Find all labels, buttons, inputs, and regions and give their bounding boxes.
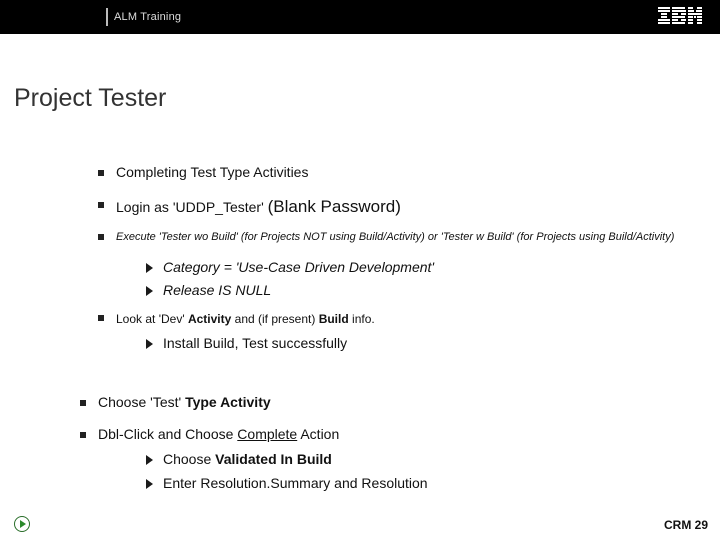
sub-text: Release IS NULL bbox=[163, 282, 271, 300]
bullet-text: Look at 'Dev' Activity and (if present) … bbox=[116, 312, 375, 327]
sub-bullet: Enter Resolution.Summary and Resolution bbox=[146, 475, 696, 493]
bullet-text: Dbl-Click and Choose Complete Action bbox=[98, 426, 339, 444]
square-bullet-icon bbox=[80, 400, 86, 406]
content: Completing Test Type Activities Login as… bbox=[98, 164, 696, 364]
play-icon bbox=[14, 516, 30, 532]
text-part: Complete bbox=[237, 426, 297, 442]
bullet-text: Login as 'UDDP_Tester' (Blank Password) bbox=[116, 196, 401, 217]
text-part: and (if present) bbox=[231, 312, 318, 326]
footer-play[interactable] bbox=[14, 516, 30, 532]
bullet-look-at: Look at 'Dev' Activity and (if present) … bbox=[98, 312, 696, 327]
sub-text: Choose Validated In Build bbox=[163, 451, 332, 469]
sub-list: Choose Validated In Build Enter Resoluti… bbox=[146, 451, 696, 492]
text-part: Type Activity bbox=[185, 394, 271, 410]
footer-page: CRM 29 bbox=[664, 518, 708, 532]
header-text: ALM Training bbox=[114, 11, 181, 23]
text-part: Activity bbox=[188, 312, 231, 326]
square-bullet-icon bbox=[98, 315, 104, 321]
arrow-bullet-icon bbox=[146, 263, 153, 273]
sub-text: Enter Resolution.Summary and Resolution bbox=[163, 475, 428, 493]
sub-text: Category = 'Use-Case Driven Development' bbox=[163, 259, 434, 277]
text-part: Choose 'Test' bbox=[98, 394, 185, 410]
text-part: info. bbox=[349, 312, 375, 326]
arrow-bullet-icon bbox=[146, 339, 153, 349]
sub-list: Category = 'Use-Case Driven Development'… bbox=[146, 259, 696, 300]
bullet-text: Execute 'Tester wo Build' (for Projects … bbox=[116, 231, 674, 245]
header-divider bbox=[106, 8, 108, 26]
content-lower: Choose 'Test' Type Activity Dbl-Click an… bbox=[80, 394, 696, 504]
slide-title: Project Tester bbox=[14, 84, 166, 113]
text-part: Look at 'Dev' bbox=[116, 312, 188, 326]
bullet-login: Login as 'UDDP_Tester' (Blank Password) bbox=[98, 196, 696, 217]
square-bullet-icon bbox=[80, 432, 86, 438]
text-part: Validated In Build bbox=[215, 451, 332, 467]
bullet-completing: Completing Test Type Activities bbox=[98, 164, 696, 182]
play-triangle-icon bbox=[20, 520, 26, 528]
arrow-bullet-icon bbox=[146, 479, 153, 489]
text-part: Action bbox=[297, 426, 339, 442]
slide: ALM Training bbox=[0, 0, 720, 540]
arrow-bullet-icon bbox=[146, 286, 153, 296]
sub-text: Install Build, Test successfully bbox=[163, 335, 347, 353]
text-part: Login as 'UDDP_Tester' bbox=[116, 199, 268, 215]
text-part: (Blank Password) bbox=[268, 197, 401, 216]
header-bar: ALM Training bbox=[0, 0, 720, 34]
bullet-text: Completing Test Type Activities bbox=[116, 164, 308, 182]
bullet-dblclick: Dbl-Click and Choose Complete Action bbox=[80, 426, 696, 444]
text-part: Dbl-Click and Choose bbox=[98, 426, 237, 442]
text-part: Choose bbox=[163, 451, 215, 467]
text-part: Build bbox=[319, 312, 349, 326]
sub-bullet: Install Build, Test successfully bbox=[146, 335, 696, 353]
bullet-choose-test: Choose 'Test' Type Activity bbox=[80, 394, 696, 412]
sub-bullet: Choose Validated In Build bbox=[146, 451, 696, 469]
arrow-bullet-icon bbox=[146, 455, 153, 465]
bullet-execute: Execute 'Tester wo Build' (for Projects … bbox=[98, 231, 696, 245]
sub-list: Install Build, Test successfully bbox=[146, 335, 696, 353]
square-bullet-icon bbox=[98, 234, 104, 240]
sub-bullet: Category = 'Use-Case Driven Development' bbox=[146, 259, 696, 277]
square-bullet-icon bbox=[98, 170, 104, 176]
ibm-logo bbox=[658, 7, 702, 30]
square-bullet-icon bbox=[98, 202, 104, 208]
sub-bullet: Release IS NULL bbox=[146, 282, 696, 300]
bullet-text: Choose 'Test' Type Activity bbox=[98, 394, 271, 412]
